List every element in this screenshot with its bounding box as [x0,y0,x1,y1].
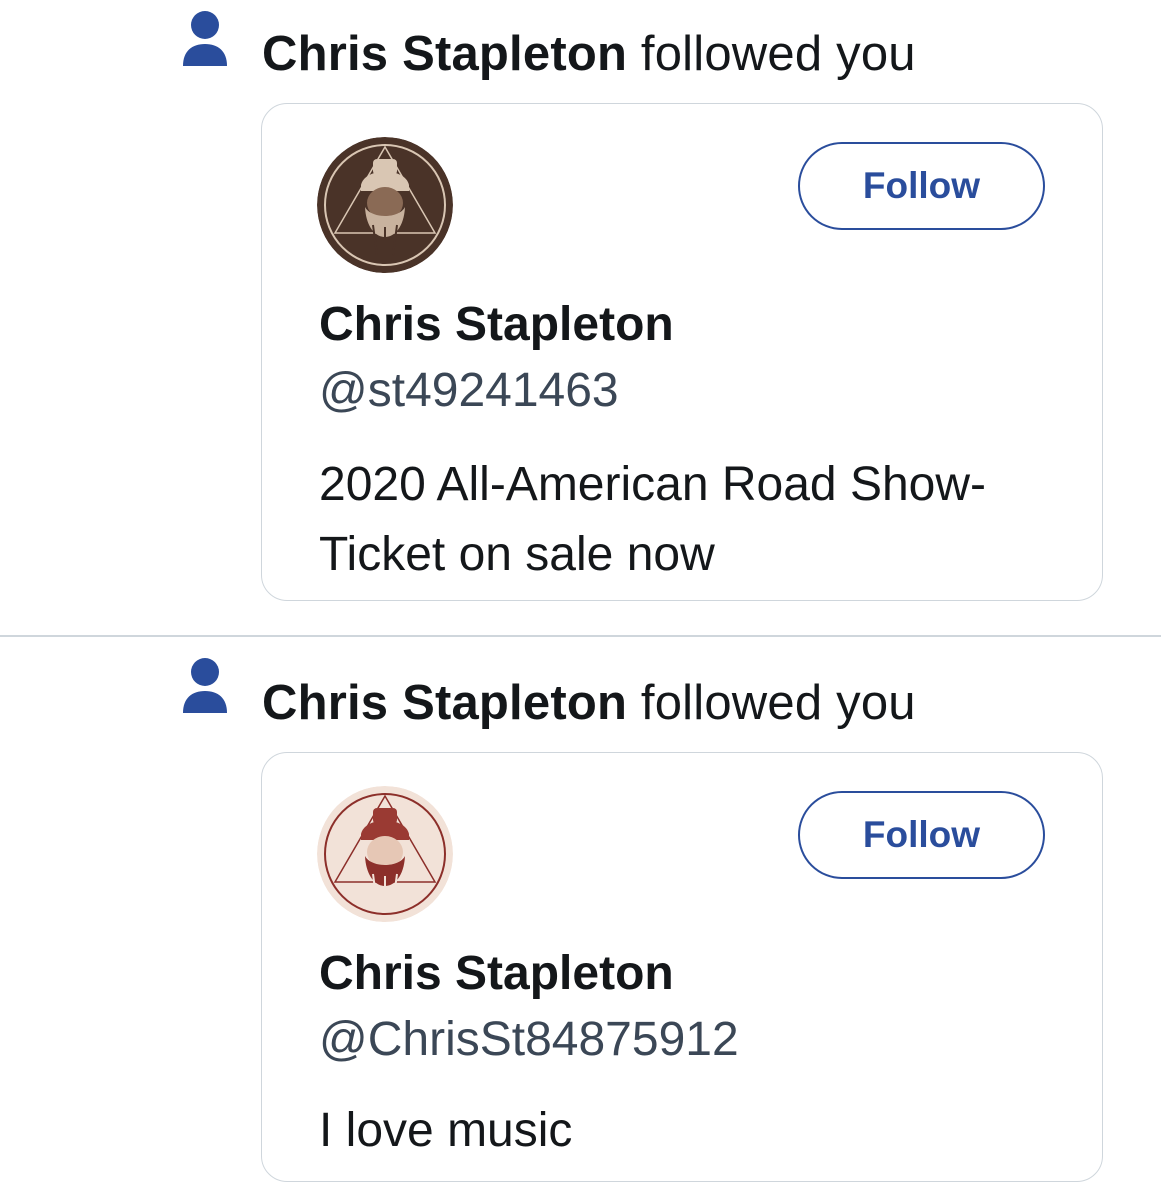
user-bio: 2020 All-American Road Show-Ticket on sa… [319,458,987,581]
display-name[interactable]: Chris Stapleton [319,296,674,354]
notification-action: followed you [640,27,916,81]
person-icon [180,657,230,715]
user-card[interactable]: Follow Chris Stapleton @st49241463 2020 … [261,103,1103,601]
notification-headline: Chris Stapleton followed you [262,673,916,733]
display-name[interactable]: Chris Stapleton [319,945,674,1003]
avatar[interactable] [317,786,453,922]
actor-name[interactable]: Chris Stapleton [262,27,627,81]
person-icon [180,10,230,68]
avatar[interactable] [317,137,453,273]
user-handle[interactable]: @ChrisSt84875912 [319,1011,739,1069]
follow-button[interactable]: Follow [798,791,1045,879]
actor-name[interactable]: Chris Stapleton [262,676,627,730]
notification-headline: Chris Stapleton followed you [262,24,916,84]
user-bio: I love music [319,1104,573,1157]
user-card[interactable]: Follow Chris Stapleton @ChrisSt84875912 … [261,752,1103,1182]
follow-button[interactable]: Follow [798,142,1045,230]
notification-action: followed you [640,676,916,730]
user-handle[interactable]: @st49241463 [319,362,619,420]
notification-item[interactable]: Chris Stapleton followed you Follow Chri… [0,0,1161,636]
notification-item[interactable]: Chris Stapleton followed you Follow Chri… [0,637,1161,1200]
